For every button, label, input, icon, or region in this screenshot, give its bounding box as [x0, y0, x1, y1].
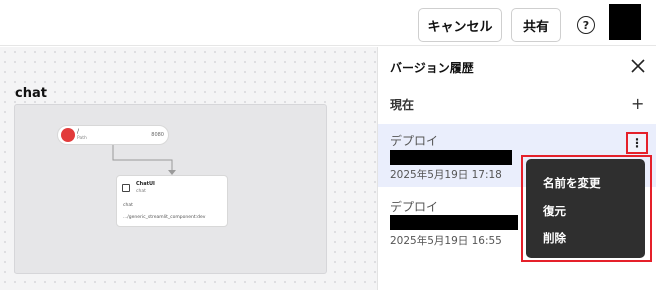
chat-node-title: ChatUI: [136, 181, 155, 187]
route-node-port: 8080: [151, 132, 164, 138]
menu-item-restore[interactable]: 復元: [543, 203, 566, 219]
current-version-label[interactable]: 現在: [390, 96, 414, 113]
app-root: キャンセル 共有 ? chat / Path 8080 ChatUI chat …: [0, 0, 656, 290]
menu-item-delete[interactable]: 削除: [543, 230, 566, 246]
version-title[interactable]: デプロイ: [390, 198, 438, 215]
panel-title: バージョン履歴: [390, 61, 474, 75]
redacted-version-name: [390, 150, 512, 165]
chat-node-name: chat: [123, 203, 133, 208]
connection-edge: [112, 145, 176, 175]
chat-node-path: .../generic_streamlit_component:dev: [123, 215, 206, 220]
more-options-icon[interactable]: ⋮: [626, 132, 648, 154]
avatar[interactable]: [609, 4, 641, 40]
cancel-button[interactable]: キャンセル: [418, 8, 502, 42]
chat-node[interactable]: ChatUI chat chat .../generic_streamlit_c…: [116, 175, 228, 227]
route-node[interactable]: / Path 8080: [57, 125, 169, 145]
redacted-version-name: [390, 215, 518, 230]
close-icon[interactable]: [629, 57, 647, 75]
version-history-panel: バージョン履歴 現在 + デプロイ 2025年5月19日 17:18 デプロイ …: [377, 47, 656, 290]
route-node-subtitle: Path: [77, 136, 87, 141]
route-node-title: /: [77, 128, 80, 135]
chat-node-subtitle: chat: [136, 189, 146, 194]
route-icon: [61, 128, 75, 142]
help-icon[interactable]: ?: [577, 16, 595, 34]
version-date: 2025年5月19日 16:55: [390, 235, 502, 247]
version-date: 2025年5月19日 17:18: [390, 169, 502, 181]
menu-item-rename[interactable]: 名前を変更: [543, 175, 601, 191]
component-icon: [122, 184, 130, 192]
version-title: デプロイ: [390, 134, 439, 148]
context-menu: 名前を変更 復元 削除: [526, 159, 645, 258]
add-version-button[interactable]: +: [631, 94, 644, 113]
share-button[interactable]: 共有: [511, 8, 561, 42]
